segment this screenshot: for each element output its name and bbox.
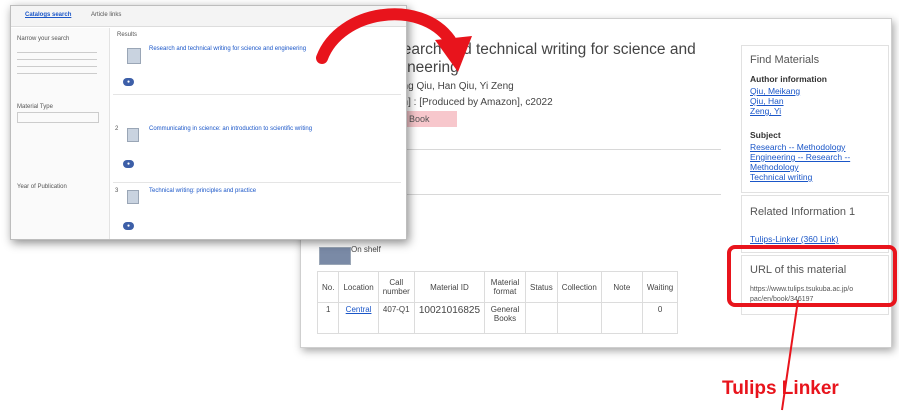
col-material-format: Material format — [484, 271, 527, 303]
filter-options — [17, 46, 97, 96]
cell-collection — [556, 302, 602, 334]
subject-heading: Subject — [750, 130, 781, 140]
result-number: 2 — [115, 126, 119, 132]
cell-status — [525, 302, 558, 334]
list-item[interactable]: 2 Communicating in science: an introduct… — [113, 122, 401, 183]
cover-thumbnail — [319, 247, 351, 265]
col-collection: Collection — [556, 271, 602, 303]
col-call-number: Call number — [377, 271, 415, 303]
filter-heading-type: Material Type — [17, 104, 53, 110]
subject-link-4[interactable]: Technical writing — [750, 172, 812, 182]
related-info-heading: Related Information 1 — [750, 206, 856, 218]
table-row: 1 Central 407-Q1 10021016825 General Boo… — [316, 302, 679, 334]
location-link[interactable]: Central — [346, 305, 372, 314]
tulips-linker-link[interactable]: Tulips-Linker (360 Link) — [750, 234, 839, 244]
col-status: Status — [525, 271, 558, 303]
material-type-badge: Book — [401, 111, 457, 127]
cell-waiting: 0 — [641, 302, 679, 334]
col-note: Note — [600, 271, 643, 303]
author-link-3[interactable]: Zeng, Yi — [750, 106, 781, 116]
cell-material-id: 10021016825 — [413, 302, 486, 334]
find-materials-heading: Find Materials — [750, 54, 820, 66]
tab-article-links[interactable]: Article links — [91, 12, 121, 18]
cell-location[interactable]: Central — [338, 302, 379, 334]
result-title[interactable]: Communicating in science: an introductio… — [149, 126, 312, 132]
author-link-2[interactable]: Qiu, Han — [750, 96, 784, 106]
cell-note — [600, 302, 643, 334]
col-waiting: Waiting — [641, 271, 679, 303]
list-item[interactable]: 3 Technical writing: principles and prac… — [113, 184, 401, 236]
holdings-header-row: No. Location Call number Material ID Mat… — [316, 271, 679, 303]
tab-catalogs-search[interactable]: Catalogs search — [25, 12, 71, 18]
url-highlight-box — [727, 245, 897, 307]
subject-link-1[interactable]: Research -- Methodology — [750, 142, 845, 152]
record-authors: ang Qiu, Han Qiu, Yi Zeng — [397, 81, 514, 92]
filter-heading-narrow: Narrow your search — [17, 36, 70, 42]
book-icon — [127, 128, 139, 142]
cell-call-number: 407-Q1 — [377, 302, 415, 334]
cell-format: General Books — [484, 302, 527, 334]
result-number: 3 — [115, 188, 119, 194]
record-publisher: an] : [Produced by Amazon], c2022 — [397, 97, 553, 108]
holdings-table: No. Location Call number Material ID Mat… — [316, 271, 679, 334]
filter-search-input[interactable] — [17, 112, 99, 123]
find-materials-panel: Find Materials Author information Qiu, M… — [741, 45, 889, 193]
author-link-1[interactable]: Qiu, Meikang — [750, 86, 800, 96]
curved-arrow-icon — [316, 8, 472, 72]
availability-pill: ● — [123, 78, 135, 86]
book-icon — [127, 48, 141, 64]
cell-no: 1 — [316, 302, 340, 334]
availability-status: On shelf — [351, 245, 381, 254]
subject-link-3[interactable]: Methodology — [750, 162, 799, 172]
col-no: No. — [316, 271, 340, 303]
result-title[interactable]: Technical writing: principles and practi… — [149, 188, 256, 194]
col-material-id: Material ID — [413, 271, 486, 303]
col-location: Location — [338, 271, 379, 303]
results-count: Results — [117, 32, 138, 38]
availability-pill: ● — [123, 160, 135, 168]
book-icon — [127, 190, 139, 204]
subject-link-2[interactable]: Engineering -- Research -- — [750, 152, 850, 162]
pointer-line — [781, 300, 799, 411]
availability-pill: ● — [123, 222, 135, 230]
tulips-linker-callout: Tulips Linker — [722, 378, 839, 399]
author-info-heading: Author information — [750, 74, 827, 84]
result-title[interactable]: Research and technical writing for scien… — [149, 46, 306, 52]
filter-heading-year: Year of Publication — [17, 184, 67, 190]
